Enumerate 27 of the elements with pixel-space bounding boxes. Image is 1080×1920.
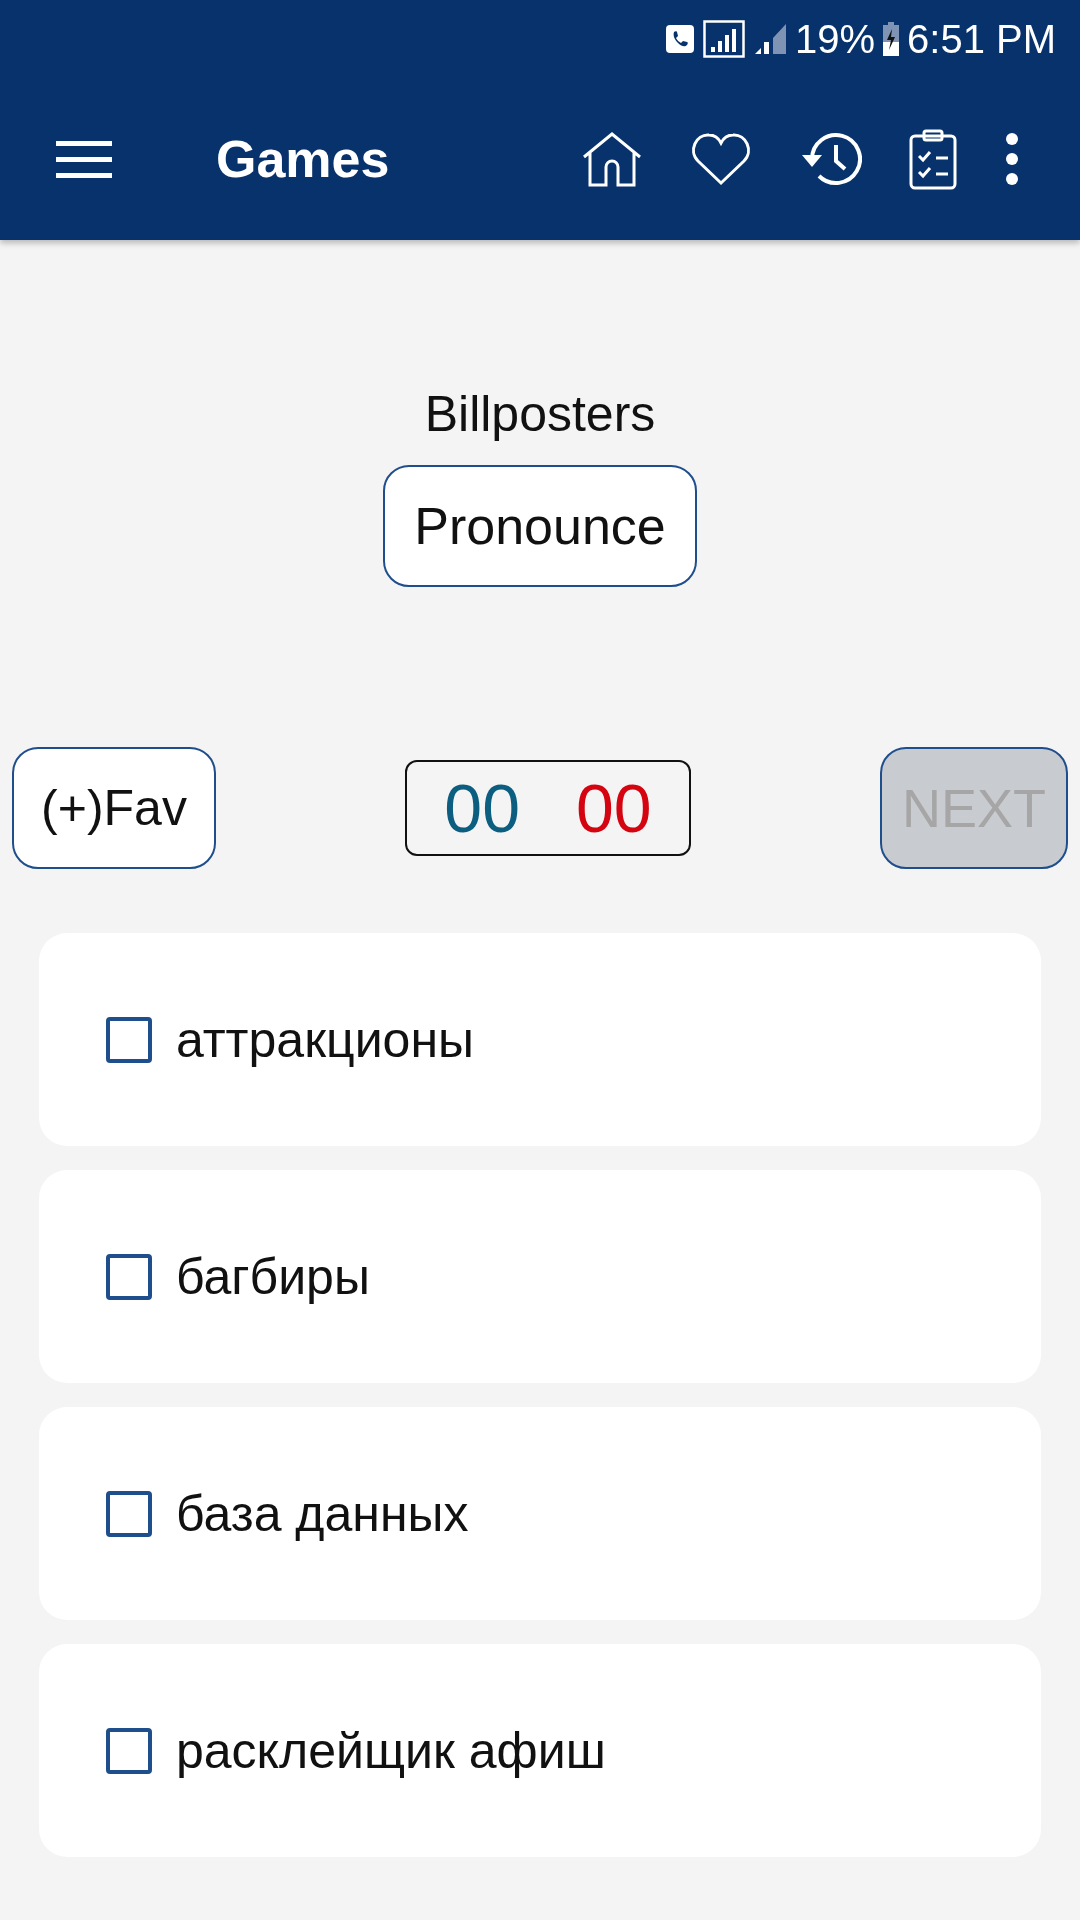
word-text: Billposters: [424, 385, 656, 443]
answer-option[interactable]: аттракционы: [39, 933, 1041, 1146]
checkbox[interactable]: [106, 1253, 152, 1300]
phone-call-icon: [664, 24, 695, 54]
more-options-icon[interactable]: [1004, 132, 1020, 186]
checklist-icon[interactable]: [908, 128, 958, 190]
checkbox[interactable]: [106, 1727, 152, 1774]
pronounce-button[interactable]: Pronounce: [383, 465, 697, 587]
checkbox[interactable]: [106, 1016, 152, 1063]
checkbox[interactable]: [106, 1490, 152, 1537]
answer-option[interactable]: база данных: [39, 1407, 1041, 1620]
heart-icon[interactable]: [690, 131, 752, 187]
option-label: расклейщик афиш: [176, 1721, 606, 1780]
option-label: багбиры: [176, 1247, 370, 1306]
option-label: аттракционы: [176, 1010, 474, 1069]
battery-charging-icon: [883, 22, 900, 56]
app-title: Games: [216, 129, 390, 189]
score-counter: 00 00: [405, 760, 691, 856]
option-label: база данных: [176, 1484, 469, 1543]
menu-icon[interactable]: [56, 139, 112, 179]
answer-option[interactable]: расклейщик афиш: [39, 1644, 1041, 1857]
home-icon[interactable]: [580, 131, 644, 187]
battery-percent: 19%: [794, 16, 876, 62]
answer-option[interactable]: багбиры: [39, 1170, 1041, 1383]
wifi-signal-icon: [702, 20, 745, 58]
clock-time: 6:51 PM: [907, 16, 1056, 62]
add-favorite-button[interactable]: (+)Fav: [12, 747, 216, 869]
